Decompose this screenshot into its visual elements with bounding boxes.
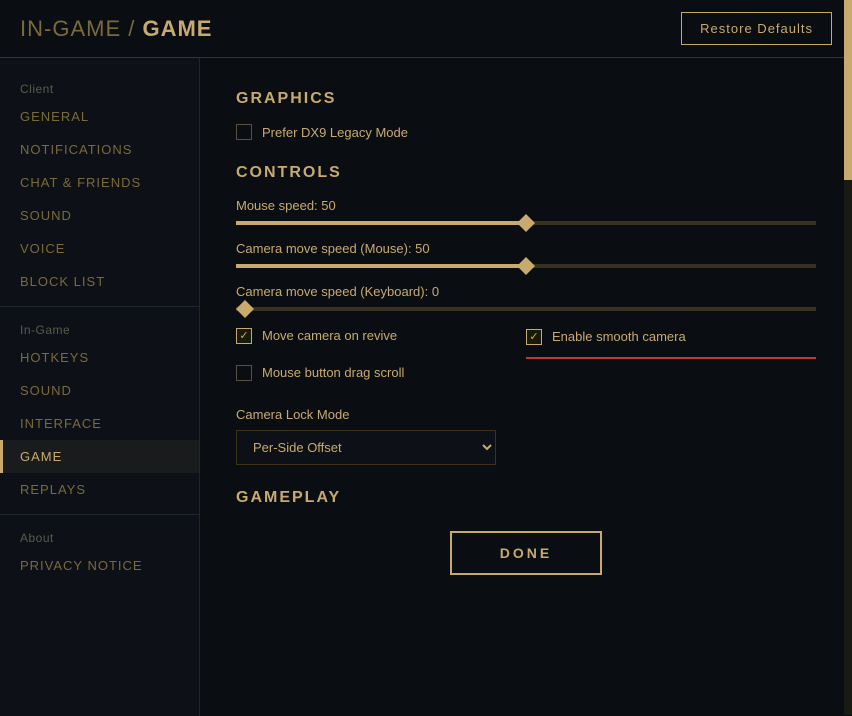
camera-mouse-thumb[interactable] xyxy=(517,257,535,275)
camera-lock-mode-label: Camera Lock Mode xyxy=(236,407,816,422)
mouse-drag-label: Mouse button drag scroll xyxy=(262,365,404,380)
sidebar-item-game[interactable]: GAME xyxy=(0,440,199,473)
sidebar-item-chat-friends[interactable]: CHAT & FRIENDS xyxy=(0,166,199,199)
sidebar-item-replays[interactable]: REPLAYS xyxy=(0,473,199,506)
camera-keyboard-slider[interactable] xyxy=(236,307,816,311)
sidebar-item-sound-client[interactable]: SOUND xyxy=(0,199,199,232)
sidebar-item-notifications[interactable]: NOTIFICATIONS xyxy=(0,133,199,166)
mouse-speed-thumb[interactable] xyxy=(517,214,535,232)
sidebar-item-sound-ingame[interactable]: SOUND xyxy=(0,374,199,407)
sidebar-divider-1 xyxy=(0,306,199,307)
prefer-dx9-row: Prefer DX9 Legacy Mode xyxy=(236,124,816,140)
sidebar-divider-2 xyxy=(0,514,199,515)
sidebar-item-general[interactable]: GENERAL xyxy=(0,100,199,133)
done-section: DONE xyxy=(236,531,816,575)
breadcrumb-prefix: IN-GAME / xyxy=(20,16,142,41)
smooth-camera-row: Enable smooth camera xyxy=(526,329,686,345)
mouse-speed-slider[interactable] xyxy=(236,221,816,225)
sidebar-item-interface[interactable]: INTERFACE xyxy=(0,407,199,440)
breadcrumb-active: GAME xyxy=(142,16,212,41)
sidebar-item-voice[interactable]: VOICE xyxy=(0,232,199,265)
sidebar-about-label: About xyxy=(0,523,199,549)
header: IN-GAME / GAME Restore Defaults xyxy=(0,0,852,58)
mouse-drag-row: Mouse button drag scroll xyxy=(236,365,526,381)
controls-section-title: CONTROLS xyxy=(236,164,816,182)
camera-lock-mode-select[interactable]: Per-Side Offset Fixed Semi-Locked xyxy=(236,430,496,465)
camera-mouse-fill xyxy=(236,264,526,268)
restore-defaults-button[interactable]: Restore Defaults xyxy=(681,12,832,45)
mouse-speed-fill xyxy=(236,221,526,225)
smooth-camera-col: Enable smooth camera xyxy=(526,327,816,355)
move-camera-row: Move camera on revive xyxy=(236,327,526,345)
prefer-dx9-label: Prefer DX9 Legacy Mode xyxy=(262,125,408,140)
breadcrumb: IN-GAME / GAME xyxy=(20,16,212,42)
camera-keyboard-thumb[interactable] xyxy=(236,300,254,318)
sidebar-ingame-label: In-Game xyxy=(0,315,199,341)
scrollbar-track xyxy=(844,0,852,715)
scrollbar-thumb[interactable] xyxy=(844,0,852,180)
mouse-speed-label: Mouse speed: 50 xyxy=(236,198,816,213)
gameplay-section-title: GAMEPLAY xyxy=(236,489,816,507)
smooth-camera-checkbox[interactable] xyxy=(526,329,542,345)
smooth-camera-underline xyxy=(526,357,816,359)
move-camera-label: Move camera on revive xyxy=(262,328,397,343)
sidebar-item-blocklist[interactable]: BLOCK LIST xyxy=(0,265,199,298)
smooth-camera-label: Enable smooth camera xyxy=(552,329,686,344)
sidebar-client-label: Client xyxy=(0,74,199,100)
sidebar-item-privacy[interactable]: PRIVACY NOTICE xyxy=(0,549,199,582)
main-content: GRAPHICS Prefer DX9 Legacy Mode CONTROLS… xyxy=(200,58,852,716)
checkbox-grid: Move camera on revive Enable smooth came… xyxy=(236,327,816,391)
layout: Client GENERAL NOTIFICATIONS CHAT & FRIE… xyxy=(0,58,852,716)
mouse-drag-checkbox[interactable] xyxy=(236,365,252,381)
done-button[interactable]: DONE xyxy=(450,531,602,575)
sidebar-item-hotkeys[interactable]: HOTKEYS xyxy=(0,341,199,374)
camera-mouse-label: Camera move speed (Mouse): 50 xyxy=(236,241,816,256)
graphics-section-title: GRAPHICS xyxy=(236,90,816,108)
camera-keyboard-label: Camera move speed (Keyboard): 0 xyxy=(236,284,816,299)
sidebar: Client GENERAL NOTIFICATIONS CHAT & FRIE… xyxy=(0,58,200,716)
prefer-dx9-checkbox[interactable] xyxy=(236,124,252,140)
move-camera-checkbox[interactable] xyxy=(236,328,252,344)
camera-mouse-slider[interactable] xyxy=(236,264,816,268)
